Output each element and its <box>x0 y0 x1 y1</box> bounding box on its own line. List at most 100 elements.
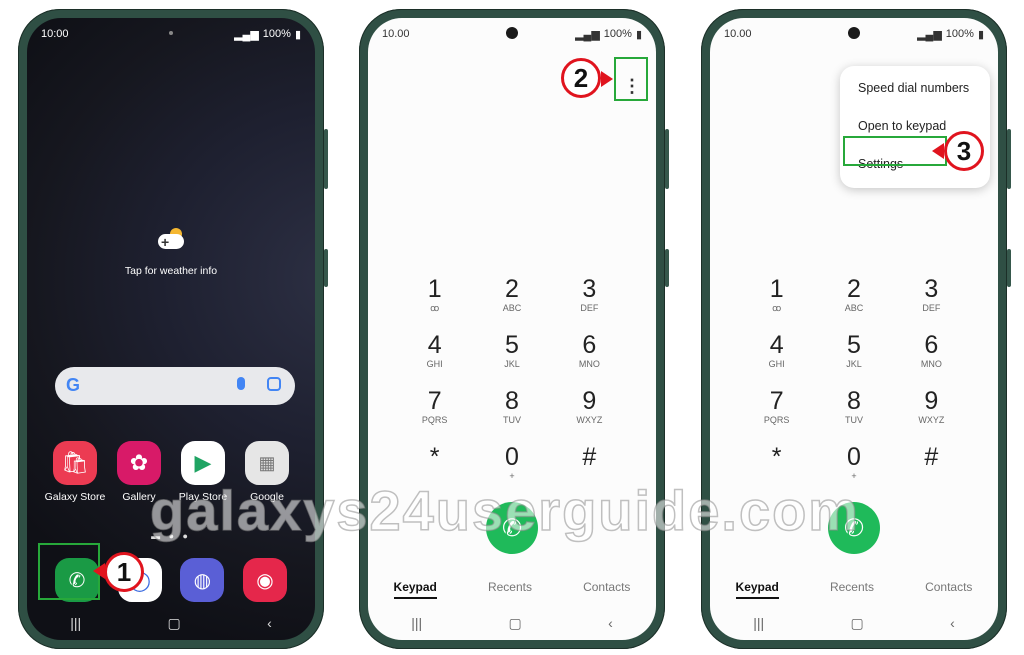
status-time: 10.00 <box>724 28 752 40</box>
gallery-icon: ✿ <box>117 441 161 485</box>
key-hash[interactable]: # <box>893 444 970 482</box>
recents-nav-icon[interactable]: ||| <box>70 615 81 631</box>
key-0[interactable]: 0 + <box>815 444 892 482</box>
app-galaxy-store[interactable]: 🛍 Galaxy Store <box>43 441 107 503</box>
call-button[interactable]: ✆ <box>486 502 538 554</box>
weather-text: Tap for weather info <box>124 265 218 277</box>
nav-bar: ||| ▢ ‹ <box>710 612 998 634</box>
front-camera <box>848 27 860 39</box>
power-button <box>1007 249 1011 287</box>
play-store-icon: ▶ <box>181 441 225 485</box>
key-2[interactable]: 2 ABC <box>815 276 892 314</box>
back-nav-icon[interactable]: ‹ <box>608 615 613 631</box>
tab-keypad[interactable]: Keypad <box>393 580 437 599</box>
page-indicator: ▬ ● ● <box>151 531 191 541</box>
key-3[interactable]: 3 DEF <box>893 276 970 314</box>
step-2-badge: 2 <box>561 58 601 98</box>
tab-contacts[interactable]: Contacts <box>583 580 630 599</box>
galaxy-store-icon: 🛍 <box>53 441 97 485</box>
tab-recents[interactable]: Recents <box>488 580 532 599</box>
key-6[interactable]: 6 MNO <box>893 332 970 370</box>
battery-icon: ▮ <box>294 28 301 41</box>
weather-widget[interactable]: + Tap for weather info <box>27 228 315 277</box>
key-star[interactable]: * <box>738 444 815 482</box>
app-label: Play Store <box>178 491 228 503</box>
recents-nav-icon[interactable]: ||| <box>753 615 764 631</box>
app-label: Google <box>250 491 284 503</box>
nav-bar: ||| ▢ ‹ <box>27 612 315 634</box>
phone-icon-highlight <box>38 543 100 600</box>
key-1[interactable]: 1ꝏ <box>396 276 473 314</box>
phone-dialer: 10.00 ▂▄▆ 100% ▮ ⋮ 1ꝏ 2 ABC 3 DEF 4 GHI 5 JKL … <box>359 9 669 649</box>
battery-level: 100% <box>945 28 974 40</box>
google-folder-icon: ▦ <box>245 441 289 485</box>
battery-icon: ▮ <box>977 28 984 41</box>
key-9[interactable]: 9 WXYZ <box>551 388 628 426</box>
signal-icon: ▂▄▆ <box>917 28 942 41</box>
battery-level: 100% <box>603 28 632 40</box>
more-options-highlight <box>614 57 648 101</box>
home-nav-icon[interactable]: ▢ <box>168 615 181 632</box>
power-button <box>324 249 328 287</box>
dialer-menu-screen: 10.00 ▂▄▆ 100% ▮ Speed dial numbers Open t… <box>710 18 998 640</box>
status-time: 10:00 <box>41 28 69 40</box>
app-play-store[interactable]: ▶ Play Store <box>171 441 235 503</box>
dialer-tabs: Keypad Recents Contacts <box>368 580 656 599</box>
app-google-folder[interactable]: ▦ Google <box>235 441 299 503</box>
phone-dialer-menu: 10.00 ▂▄▆ 100% ▮ Speed dial numbers Open t… <box>701 9 1011 649</box>
key-8[interactable]: 8 TUV <box>815 388 892 426</box>
key-hash[interactable]: # <box>551 444 628 482</box>
key-9[interactable]: 9 WXYZ <box>893 388 970 426</box>
key-7[interactable]: 7 PQRS <box>738 388 815 426</box>
key-1[interactable]: 1ꝏ <box>738 276 815 314</box>
home-nav-icon[interactable]: ▢ <box>509 615 522 632</box>
step-2-pointer <box>601 71 613 87</box>
key-5[interactable]: 5 JKL <box>815 332 892 370</box>
key-5[interactable]: 5 JKL <box>473 332 550 370</box>
back-nav-icon[interactable]: ‹ <box>950 615 955 631</box>
keypad: 1ꝏ 2 ABC 3 DEF 4 GHI 5 JKL 6 MNO 7 PQRS 8 TUV 9… <box>738 276 970 482</box>
volume-button <box>665 129 669 189</box>
step-3-badge: 3 <box>944 131 984 171</box>
call-icon: ✆ <box>843 514 865 542</box>
app-gallery[interactable]: ✿ Gallery <box>107 441 171 503</box>
battery-icon: ▮ <box>635 28 642 41</box>
step-3-pointer <box>932 143 944 159</box>
power-button <box>665 249 669 287</box>
home-nav-icon[interactable]: ▢ <box>851 615 864 632</box>
menu-item-speed-dial[interactable]: Speed dial numbers <box>840 70 990 108</box>
internet-icon[interactable]: ◍ <box>180 558 225 602</box>
camera-icon[interactable]: ◉ <box>242 558 287 602</box>
app-label: Gallery <box>122 491 156 503</box>
google-search-bar[interactable]: G <box>55 367 295 405</box>
front-camera <box>169 31 173 35</box>
dialer-tabs: Keypad Recents Contacts <box>710 580 998 599</box>
weather-icon: + <box>156 228 186 250</box>
key-4[interactable]: 4 GHI <box>738 332 815 370</box>
signal-icon: ▂▄▆ <box>575 28 600 41</box>
back-nav-icon[interactable]: ‹ <box>267 615 272 631</box>
signal-icon: ▂▄▆ <box>234 28 259 41</box>
tab-contacts[interactable]: Contacts <box>925 580 972 599</box>
recents-nav-icon[interactable]: ||| <box>411 615 422 631</box>
call-button[interactable]: ✆ <box>828 502 880 554</box>
tab-keypad[interactable]: Keypad <box>735 580 779 599</box>
key-3[interactable]: 3 DEF <box>551 276 628 314</box>
google-g-icon: G <box>66 375 81 395</box>
key-2[interactable]: 2 ABC <box>473 276 550 314</box>
key-star[interactable]: * <box>396 444 473 482</box>
app-row: 🛍 Galaxy Store ✿ Gallery ▶ Play Store ▦ … <box>43 441 299 503</box>
key-7[interactable]: 7 PQRS <box>396 388 473 426</box>
key-0[interactable]: 0 + <box>473 444 550 482</box>
key-6[interactable]: 6 MNO <box>551 332 628 370</box>
dialer-screen: 10.00 ▂▄▆ 100% ▮ ⋮ 1ꝏ 2 ABC 3 DEF 4 GHI 5 JKL … <box>368 18 656 640</box>
google-lens-icon[interactable] <box>267 377 281 391</box>
key-4[interactable]: 4 GHI <box>396 332 473 370</box>
tab-recents[interactable]: Recents <box>830 580 874 599</box>
mic-icon[interactable] <box>237 377 245 390</box>
app-label: Galaxy Store <box>44 491 106 503</box>
status-time: 10.00 <box>382 28 410 40</box>
volume-button <box>324 129 328 189</box>
front-camera <box>506 27 518 39</box>
key-8[interactable]: 8 TUV <box>473 388 550 426</box>
